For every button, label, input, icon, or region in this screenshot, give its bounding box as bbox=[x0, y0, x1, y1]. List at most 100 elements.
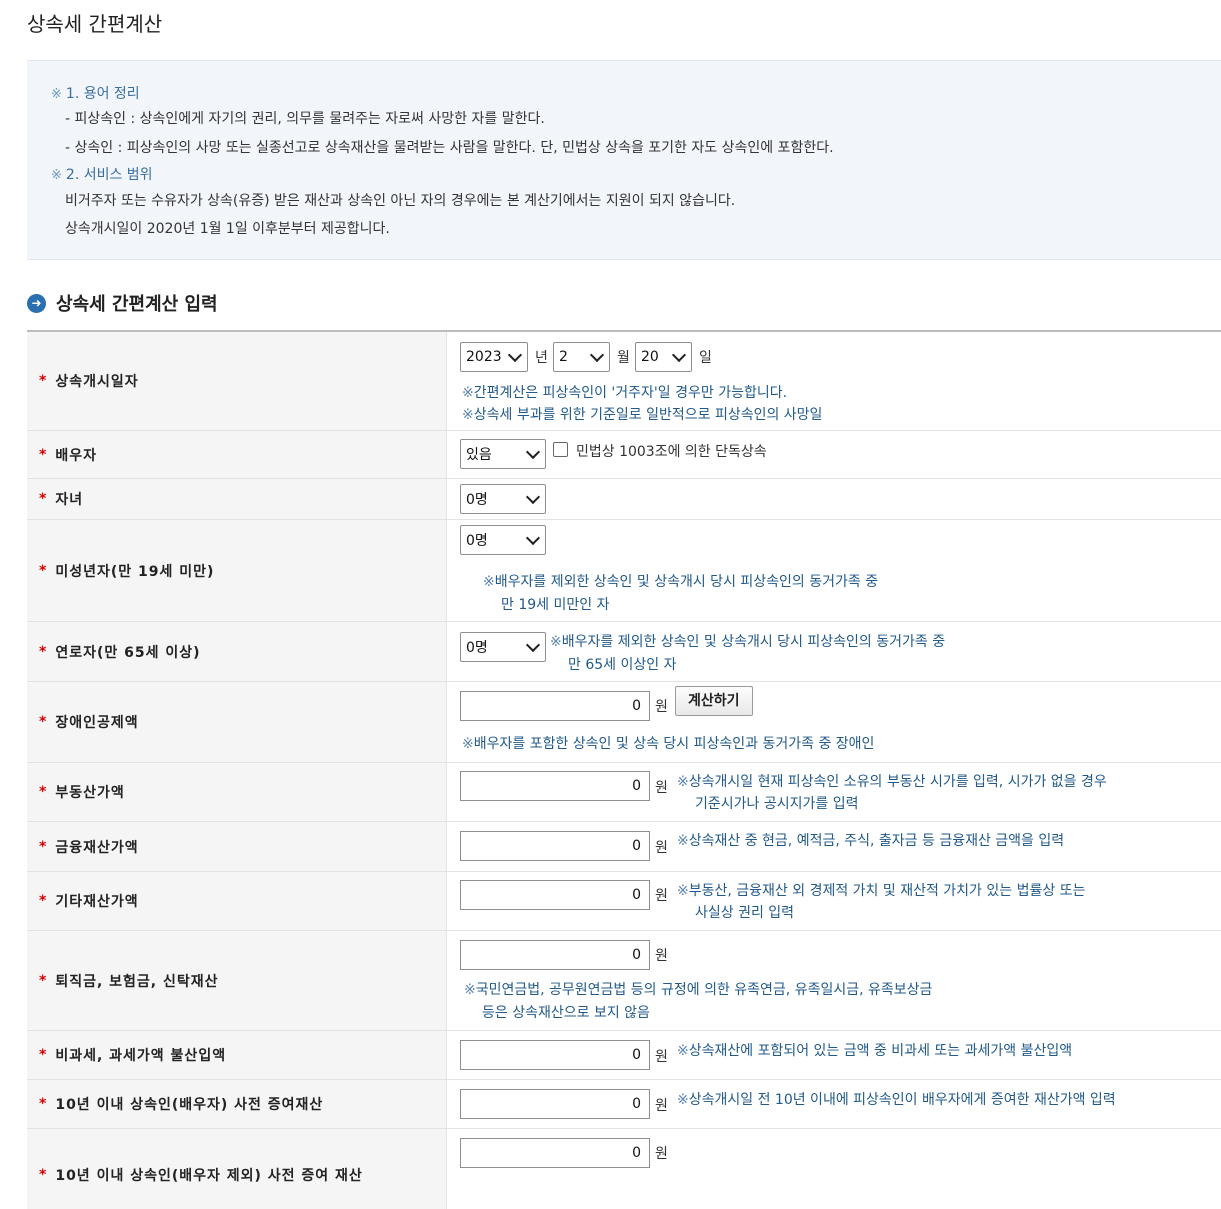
row-children: * 자녀 0명 bbox=[27, 479, 1221, 520]
section-title: ➜ 상속세 간편계산 입력 bbox=[27, 290, 218, 316]
label-cell: * 10년 이내 상속인(배우자) 사전 증여재산 bbox=[27, 1080, 447, 1128]
required-mark: * bbox=[39, 643, 47, 660]
row-gift-other: * 10년 이내 상속인(배우자 제외) 사전 증여 재산 0 원 bbox=[27, 1129, 1221, 1209]
won-unit: 원 bbox=[655, 780, 668, 796]
value-cell: 2023 년 2 월 20 일 ※간편계산은 피상속인이 '거주자'일 경우만 … bbox=[460, 332, 1221, 430]
required-mark: * bbox=[39, 838, 47, 855]
note-text: ※상속개시일 전 10년 이내에 피상속인이 배우자에게 증여한 재산가액 입력 bbox=[677, 1092, 1116, 1108]
value-cell: 0 원 bbox=[460, 1129, 1221, 1209]
required-mark: * bbox=[39, 1047, 47, 1063]
value-cell: 0명 bbox=[460, 479, 1221, 519]
label-cell: * 연로자(만 65세 이상) bbox=[27, 622, 447, 681]
note-text: ※부동산, 금융재산 외 경제적 가치 및 재산적 가치가 있는 법률상 또는 bbox=[677, 883, 1086, 899]
minor-select[interactable]: 0명 bbox=[460, 525, 546, 555]
disabled-deduction-input[interactable]: 0 bbox=[460, 691, 650, 721]
row-minor: * 미성년자(만 19세 미만) 0명 ※배우자를 제외한 상속인 및 상속개시 … bbox=[27, 520, 1221, 622]
note-text: 만 65세 이상인 자 bbox=[568, 657, 677, 673]
retirement-input[interactable]: 0 bbox=[460, 940, 650, 970]
calculate-button[interactable]: 계산하기 bbox=[675, 686, 753, 716]
info-heading-terms: ※ 1. 용어 정리 bbox=[51, 86, 140, 102]
month-select[interactable]: 2 bbox=[553, 342, 610, 372]
info-box: ※ 1. 용어 정리 - 피상속인 : 상속인에게 자기의 권리, 의무를 물려주… bbox=[27, 60, 1221, 260]
chevron-down-icon bbox=[525, 444, 541, 460]
required-mark: * bbox=[39, 491, 47, 507]
value-cell: 0명 ※배우자를 제외한 상속인 및 상속개시 당시 피상속인의 동거가족 중 … bbox=[460, 622, 1221, 681]
spouse-select[interactable]: 있음 bbox=[460, 439, 546, 469]
year-select[interactable]: 2023 bbox=[460, 342, 528, 372]
chevron-down-icon bbox=[589, 347, 605, 363]
info-text: - 피상속인 : 상속인에게 자기의 권리, 의무를 물려주는 자로써 사망한 … bbox=[65, 111, 545, 127]
row-inheritance-date: * 상속개시일자 2023 년 2 월 20 일 ※간편계산은 피상속인이 '거주… bbox=[27, 332, 1221, 431]
row-gift-spouse: * 10년 이내 상속인(배우자) 사전 증여재산 0 원 ※상속개시일 전 10… bbox=[27, 1080, 1221, 1129]
required-mark: * bbox=[39, 972, 47, 989]
won-unit: 원 bbox=[655, 1049, 668, 1065]
row-other-assets: * 기타재산가액 0 원 ※부동산, 금융재산 외 경제적 가치 및 재산적 가치… bbox=[27, 872, 1221, 931]
required-mark: * bbox=[39, 784, 47, 800]
required-mark: * bbox=[39, 1096, 47, 1112]
chevron-down-icon bbox=[525, 489, 541, 505]
note-text: 등은 상속재산으로 보지 않음 bbox=[482, 1005, 650, 1021]
note-text: ※간편계산은 피상속인이 '거주자'일 경우만 가능합니다. bbox=[462, 385, 788, 401]
year-unit: 년 bbox=[535, 350, 548, 366]
won-unit: 원 bbox=[655, 1098, 668, 1114]
note-text: ※국민연금법, 공무원연금법 등의 규정에 의한 유족연금, 유족일시금, 유족… bbox=[464, 982, 933, 998]
chevron-down-icon bbox=[525, 637, 541, 653]
label-cell: * 미성년자(만 19세 미만) bbox=[27, 520, 447, 621]
note-text: 만 19세 미만인 자 bbox=[501, 597, 610, 613]
row-real-estate: * 부동산가액 0 원 ※상속개시일 현재 피상속인 소유의 부동산 시가를 입력… bbox=[27, 763, 1221, 822]
required-mark: * bbox=[39, 714, 47, 730]
required-mark: * bbox=[39, 1167, 47, 1183]
day-unit: 일 bbox=[699, 350, 712, 366]
chevron-down-icon bbox=[507, 347, 523, 363]
value-cell: 0 원 ※상속개시일 전 10년 이내에 피상속인이 배우자에게 증여한 재산가… bbox=[460, 1080, 1221, 1128]
note-text: 기준시가나 공시지가를 입력 bbox=[695, 796, 859, 812]
won-unit: 원 bbox=[655, 888, 668, 904]
row-retirement-insurance: * 퇴직금, 보험금, 신탁재산 0 원 ※국민연금법, 공무원연금법 등의 규정… bbox=[27, 931, 1221, 1031]
won-unit: 원 bbox=[655, 840, 668, 856]
row-non-taxable: * 비과세, 과세가액 불산입액 0 원 ※상속재산에 포함되어 있는 금액 중 … bbox=[27, 1031, 1221, 1080]
info-text: 상속개시일이 2020년 1월 1일 이후분부터 제공합니다. bbox=[65, 221, 390, 237]
financial-input[interactable]: 0 bbox=[460, 831, 650, 861]
children-select[interactable]: 0명 bbox=[460, 484, 546, 514]
required-mark: * bbox=[39, 373, 47, 389]
value-cell: 있음 민법상 1003조에 의한 단독상속 bbox=[460, 431, 1221, 478]
won-unit: 원 bbox=[655, 1146, 668, 1162]
note-text: ※상속개시일 현재 피상속인 소유의 부동산 시가를 입력, 시가가 없을 경우 bbox=[677, 774, 1107, 790]
row-disabled-deduction: * 장애인공제액 0 원 계산하기 ※배우자를 포함한 상속인 및 상속 당시 피… bbox=[27, 682, 1221, 763]
month-unit: 월 bbox=[617, 350, 630, 366]
label-cell: * 부동산가액 bbox=[27, 763, 447, 821]
gift-other-input[interactable]: 0 bbox=[460, 1138, 650, 1168]
value-cell: 0 원 ※국민연금법, 공무원연금법 등의 규정에 의한 유족연금, 유족일시금… bbox=[460, 931, 1221, 1030]
gift-spouse-input[interactable]: 0 bbox=[460, 1089, 650, 1119]
other-assets-input[interactable]: 0 bbox=[460, 880, 650, 910]
note-text: 사실상 권리 입력 bbox=[695, 905, 795, 921]
chevron-down-icon bbox=[671, 347, 687, 363]
elder-select[interactable]: 0명 bbox=[460, 632, 546, 662]
day-select[interactable]: 20 bbox=[635, 342, 692, 372]
label-cell: * 비과세, 과세가액 불산입액 bbox=[27, 1031, 447, 1079]
label-cell: * 퇴직금, 보험금, 신탁재산 bbox=[27, 931, 447, 1030]
won-unit: 원 bbox=[655, 699, 668, 715]
note-text: ※상속재산 중 현금, 예적금, 주식, 출자금 등 금융재산 금액을 입력 bbox=[677, 833, 1065, 849]
non-taxable-input[interactable]: 0 bbox=[460, 1040, 650, 1070]
arrow-right-icon: ➜ bbox=[27, 293, 46, 313]
label-cell: * 10년 이내 상속인(배우자 제외) 사전 증여 재산 bbox=[27, 1129, 447, 1209]
value-cell: 0 원 ※상속개시일 현재 피상속인 소유의 부동산 시가를 입력, 시가가 없… bbox=[460, 763, 1221, 821]
info-heading-scope: ※ 2. 서비스 범위 bbox=[51, 167, 153, 183]
real-estate-input[interactable]: 0 bbox=[460, 771, 650, 801]
label-cell: * 기타재산가액 bbox=[27, 872, 447, 930]
info-text: 비거주자 또는 수유자가 상속(유증) 받은 재산과 상속인 아닌 자의 경우에… bbox=[65, 193, 736, 209]
page-title: 상속세 간편계산 bbox=[27, 12, 163, 36]
required-mark: * bbox=[39, 893, 47, 909]
note-text: ※배우자를 제외한 상속인 및 상속개시 당시 피상속인의 동거가족 중 bbox=[550, 634, 946, 650]
checkbox-label[interactable]: 민법상 1003조에 의한 단독상속 bbox=[576, 441, 767, 461]
value-cell: 0명 ※배우자를 제외한 상속인 및 상속개시 당시 피상속인의 동거가족 중 … bbox=[460, 520, 1221, 621]
info-text: - 상속인 : 피상속인의 사망 또는 실종선고로 상속재산을 물려받는 사람을… bbox=[65, 140, 834, 156]
sole-inheritance-checkbox[interactable] bbox=[553, 442, 568, 457]
note-text: ※상속세 부과를 위한 기준일로 일반적으로 피상속인의 사망일 bbox=[462, 407, 823, 423]
row-financial: * 금융재산가액 0 원 ※상속재산 중 현금, 예적금, 주식, 출자금 등 금… bbox=[27, 822, 1221, 872]
value-cell: 0 원 ※상속재산에 포함되어 있는 금액 중 비과세 또는 과세가액 불산입액 bbox=[460, 1031, 1221, 1079]
row-elder: * 연로자(만 65세 이상) 0명 ※배우자를 제외한 상속인 및 상속개시 당… bbox=[27, 622, 1221, 682]
label-cell: * 자녀 bbox=[27, 479, 447, 519]
label-cell: * 금융재산가액 bbox=[27, 822, 447, 871]
